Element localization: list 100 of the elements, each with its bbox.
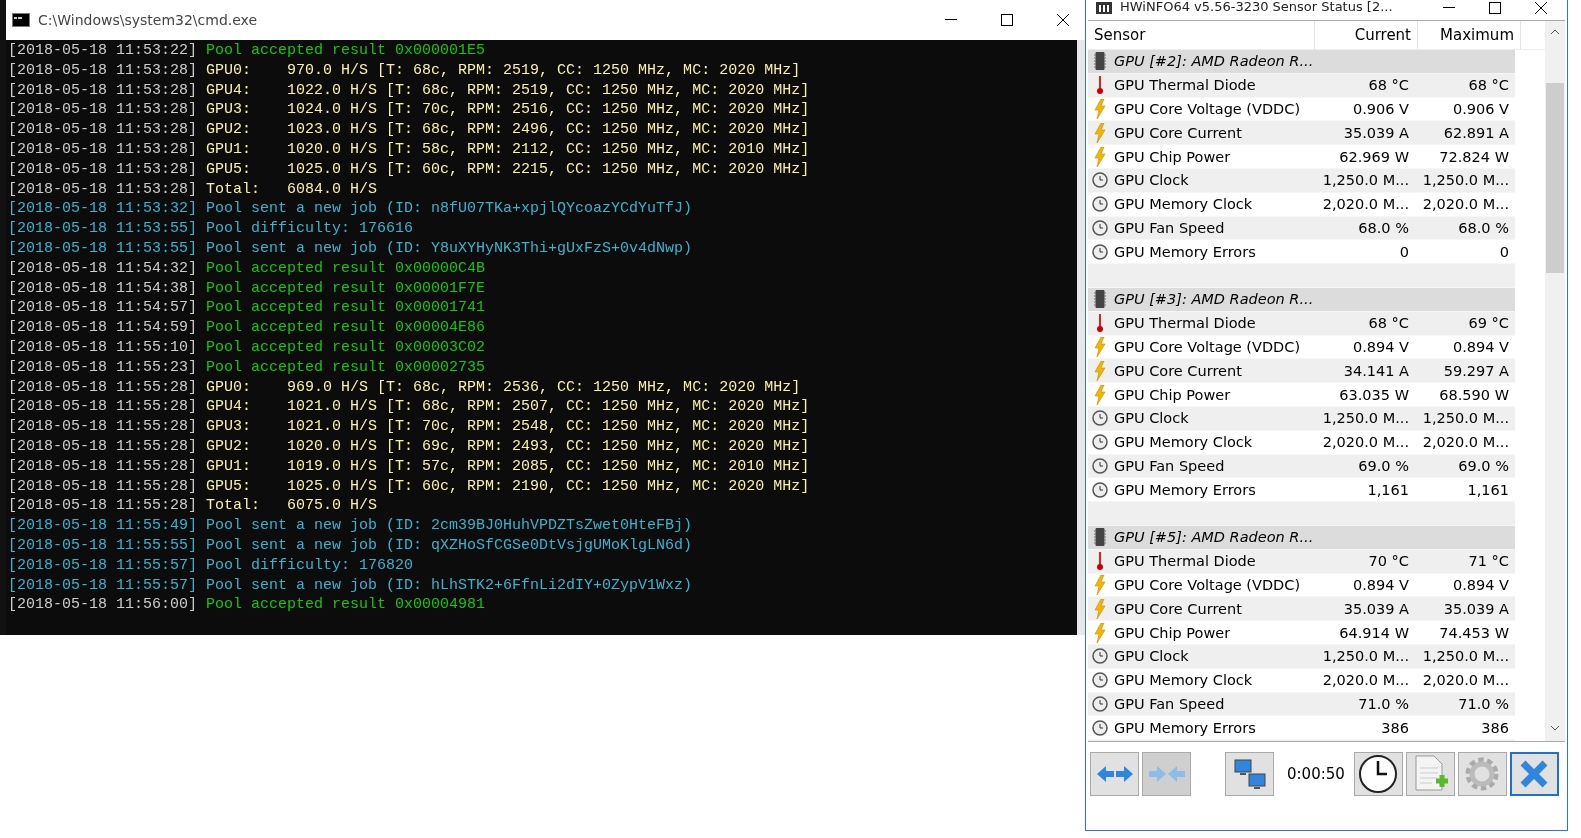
sensor-row[interactable]: GPU Thermal Diode 70 °C 71 °C [1088, 549, 1515, 574]
maximum-value: 68 °C [1467, 76, 1510, 96]
sensor-row[interactable]: GPU Core Voltage (VDDC) 0.894 V 0.894 V [1088, 335, 1515, 360]
sensor-name: GPU Chip Power [1113, 623, 1232, 643]
sensor-row[interactable]: GPU Clock 1,250.0 M... 1,250.0 M... [1088, 406, 1515, 431]
lightning-icon [1094, 622, 1106, 643]
maximum-value: 2,020.0 M... [1421, 671, 1510, 691]
sensor-row[interactable]: GPU Chip Power 63.035 W 68.590 W [1088, 383, 1515, 407]
sensor-name: GPU Chip Power [1113, 385, 1232, 405]
sensor-row[interactable]: GPU Thermal Diode 68 °C 68 °C [1088, 73, 1515, 98]
current-value: 69.0 % [1357, 456, 1410, 476]
sensor-name: GPU Clock [1113, 409, 1190, 429]
maximum-value: 68.0 % [1457, 218, 1510, 238]
log-message: GPU3: 1021.0 H/S [T: 70c, RPM: 2548, CC: 1250 MHz, MC: 2020 MHz] [206, 418, 810, 436]
current-value: 2,020.0 M... [1321, 195, 1410, 215]
sensor-row[interactable]: GPU Core Voltage (VDDC) 0.894 V 0.894 V [1088, 573, 1515, 598]
close-icon[interactable] [1057, 14, 1069, 26]
log-timestamp: [2018-05-18 11:53:55] [8, 239, 198, 257]
maximum-value: 2,020.0 M... [1421, 195, 1510, 215]
scroll-down-icon[interactable] [1550, 725, 1560, 731]
log-timestamp: [2018-05-18 11:55:57] [8, 576, 198, 594]
log-message: GPU4: 1022.0 H/S [T: 68c, RPM: 2519, CC: 1250 MHz, MC: 2020 MHz] [206, 81, 810, 99]
log-message: Pool sent a new job (ID: n8fU07TKa+xpjlQYcoazYCdYuTfJ) [206, 200, 693, 218]
sensor-row[interactable]: GPU Clock 1,250.0 M... 1,250.0 M... [1088, 644, 1515, 669]
current-value: 1,250.0 M... [1321, 409, 1410, 429]
sensor-row[interactable]: GPU Core Current 35.039 A 62.891 A [1088, 121, 1515, 146]
close-button[interactable] [1509, 752, 1559, 796]
group-header-row[interactable]: GPU [#2]: AMD Radeon R... [1088, 50, 1515, 74]
sensor-group-name[interactable]: GPU [#5]: AMD Radeon R... [1112, 525, 1315, 549]
scroll-up-icon[interactable] [1550, 29, 1560, 35]
maximum-value: 1,250.0 M... [1421, 647, 1510, 667]
log-timestamp: [2018-05-18 11:53:22] [8, 42, 198, 59]
clock-icon [1092, 457, 1108, 474]
log-timestamp: [2018-05-18 11:56:00] [8, 596, 198, 614]
sensor-row[interactable]: GPU Clock 1,250.0 M... 1,250.0 M... [1088, 169, 1515, 193]
close-icon[interactable] [1535, 2, 1547, 14]
minimize-icon[interactable] [1443, 7, 1455, 9]
log-message: GPU0: 969.0 H/S [T: 68c, RPM: 2536, CC: 1250 MHz, MC: 2020 MHz] [206, 378, 801, 396]
sensor-name: GPU Fan Speed [1113, 218, 1226, 238]
maximum-value: 71.0 % [1457, 694, 1510, 714]
current-value: 2,020.0 M... [1321, 433, 1410, 453]
clock-icon [1092, 196, 1108, 213]
expand-columns-button[interactable] [1090, 752, 1139, 796]
sensor-row[interactable]: GPU Core Voltage (VDDC) 0.906 V 0.906 V [1088, 97, 1515, 122]
sensor-row[interactable]: GPU Fan Speed 71.0 % 71.0 % [1088, 692, 1515, 717]
sensor-row[interactable]: GPU Core Current 35.039 A 35.039 A [1088, 597, 1515, 622]
sensor-row[interactable]: GPU Fan Speed 69.0 % 69.0 % [1088, 454, 1515, 479]
current-value: 0.894 V [1351, 575, 1410, 595]
sensor-name: GPU Memory Errors [1113, 242, 1257, 262]
sensor-row[interactable]: GPU Chip Power 62.969 W 72.824 W [1088, 145, 1515, 169]
sensor-row[interactable]: GPU Fan Speed 68.0 % 68.0 % [1088, 216, 1515, 241]
network-button[interactable] [1225, 752, 1274, 796]
sensor-row[interactable]: GPU Chip Power 64.914 W 74.453 W [1088, 621, 1515, 645]
scrollbar[interactable] [1077, 40, 1085, 635]
clock-icon [1092, 172, 1108, 189]
sensor-name: GPU Fan Speed [1113, 694, 1226, 714]
lightning-icon [1094, 360, 1106, 381]
sensor-group-name[interactable]: GPU [#2]: AMD Radeon R... [1112, 50, 1315, 73]
log-message: GPU5: 1025.0 H/S [T: 60c, RPM: 2215, CC: 1250 MHz, MC: 2020 MHz] [206, 160, 810, 178]
maximum-value: 2,020.0 M... [1421, 433, 1510, 453]
log-timestamp: [2018-05-18 11:53:28] [8, 121, 198, 139]
current-value: 0.894 V [1351, 337, 1410, 357]
maximum-value: 0.906 V [1451, 100, 1510, 119]
lightning-icon [1094, 598, 1106, 619]
minimize-icon[interactable] [945, 19, 957, 21]
maximize-icon[interactable] [1489, 2, 1501, 14]
log-timestamp: [2018-05-18 11:53:28] [8, 160, 198, 178]
sensor-row[interactable]: GPU Thermal Diode 68 °C 69 °C [1088, 311, 1515, 336]
current-value: 0 [1398, 242, 1410, 262]
log-message: Pool sent a new job (ID: Y8uXYHyNK3Thi+gUxFzS+0v4dNwp) [206, 239, 693, 257]
log-message: Pool accepted result 0x00000C4B [206, 259, 486, 277]
log-timestamp: [2018-05-18 11:55:28] [8, 457, 198, 475]
log-message: GPU2: 1020.0 H/S [T: 69c, RPM: 2493, CC: 1250 MHz, MC: 2020 MHz] [206, 437, 810, 455]
current-value: 64.914 W [1338, 623, 1410, 643]
log-timestamp: [2018-05-18 11:55:28] [8, 398, 198, 416]
window-title: C:\Windows\system32\cmd.exe [38, 12, 259, 28]
current-value: 70 °C [1367, 552, 1410, 572]
sensor-name: GPU Fan Speed [1113, 456, 1226, 476]
log-message: Total: 6075.0 H/S [206, 497, 378, 515]
log-message: Pool accepted result 0x00002735 [206, 358, 486, 376]
sensor-name: GPU Thermal Diode [1113, 552, 1257, 572]
clock-button[interactable] [1353, 752, 1403, 796]
console-icon [12, 13, 30, 27]
sensor-group-name[interactable]: GPU [#3]: AMD Radeon R... [1112, 287, 1315, 311]
scroll-thumb[interactable] [1546, 83, 1564, 273]
group-header-row[interactable]: GPU [#5]: AMD Radeon R... [1088, 525, 1515, 550]
column-header[interactable]: Sensor [1088, 21, 1315, 49]
column-header[interactable]: Current [1315, 21, 1418, 49]
sensor-name: GPU Clock [1113, 171, 1190, 191]
current-value: 34.141 A [1342, 361, 1410, 381]
log-message: GPU3: 1024.0 H/S [T: 70c, RPM: 2516, CC: 1250 MHz, MC: 2020 MHz] [206, 101, 810, 119]
current-value: 68.0 % [1357, 218, 1410, 238]
sensor-name: GPU Memory Errors [1113, 480, 1257, 500]
sensor-row[interactable]: GPU Core Current 34.141 A 59.297 A [1088, 359, 1515, 384]
group-header-row[interactable]: GPU [#3]: AMD Radeon R... [1088, 287, 1515, 312]
log-message: Pool accepted result 0x00003C02 [206, 338, 486, 356]
log-message: Pool accepted result 0x00004E86 [206, 319, 486, 337]
scrollbar[interactable] [1545, 21, 1565, 741]
column-header[interactable]: Maximum [1418, 21, 1521, 49]
maximize-icon[interactable] [1001, 14, 1013, 26]
